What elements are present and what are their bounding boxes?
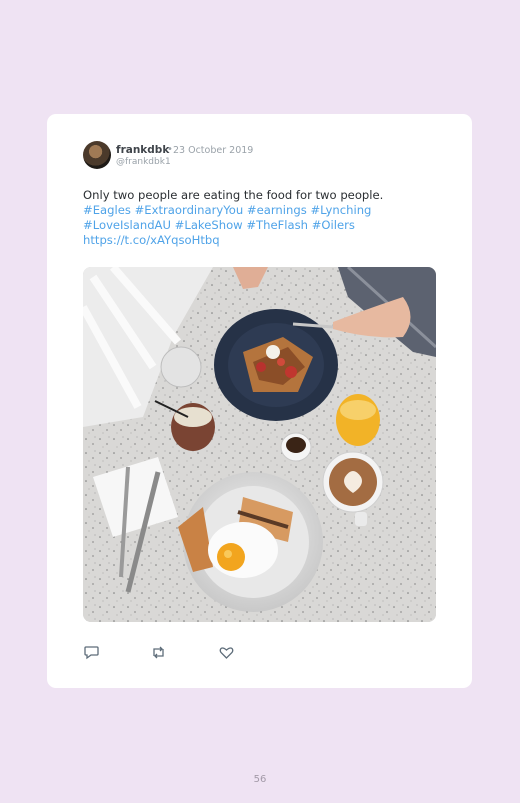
hashtag[interactable]: #Eagles [83,203,131,217]
hashtag[interactable]: #earnings [247,203,307,217]
username[interactable]: frankdbk [116,144,169,156]
tweet-photo[interactable] [83,267,436,622]
hashtag[interactable]: #Lynching [310,203,371,217]
hashtag[interactable]: #TheFlash [246,218,308,232]
hashtag[interactable]: #Oilers [312,218,355,232]
reply-icon[interactable] [83,644,100,661]
tweet-text: Only two people are eating the food for … [83,188,443,248]
user-handle[interactable]: @frankdbk1 [116,157,171,167]
page-number: 56 [253,774,267,785]
tweet-card: frankdbk • 23 October 2019 @frankdbk1 On… [47,114,472,688]
heart-icon[interactable] [218,644,235,661]
hashtag[interactable]: #LakeShow [175,218,243,232]
breakfast-table-photo [83,267,436,622]
hashtag[interactable]: #LoveIslandAU [83,218,171,232]
hashtag[interactable]: #ExtraordinaryYou [135,203,244,217]
tweet-date[interactable]: 23 October 2019 [173,145,253,156]
tweet-link[interactable]: https://t.co/xAYqsoHtbq [83,233,220,247]
hashtags-line-1: #Eagles #ExtraordinaryYou #earnings #Lyn… [83,203,443,218]
retweet-icon[interactable] [150,644,167,661]
tweet-body-line: Only two people are eating the food for … [83,188,384,202]
avatar[interactable] [83,141,111,169]
hashtags-line-2: #LoveIslandAU #LakeShow #TheFlash #Oiler… [83,218,443,233]
